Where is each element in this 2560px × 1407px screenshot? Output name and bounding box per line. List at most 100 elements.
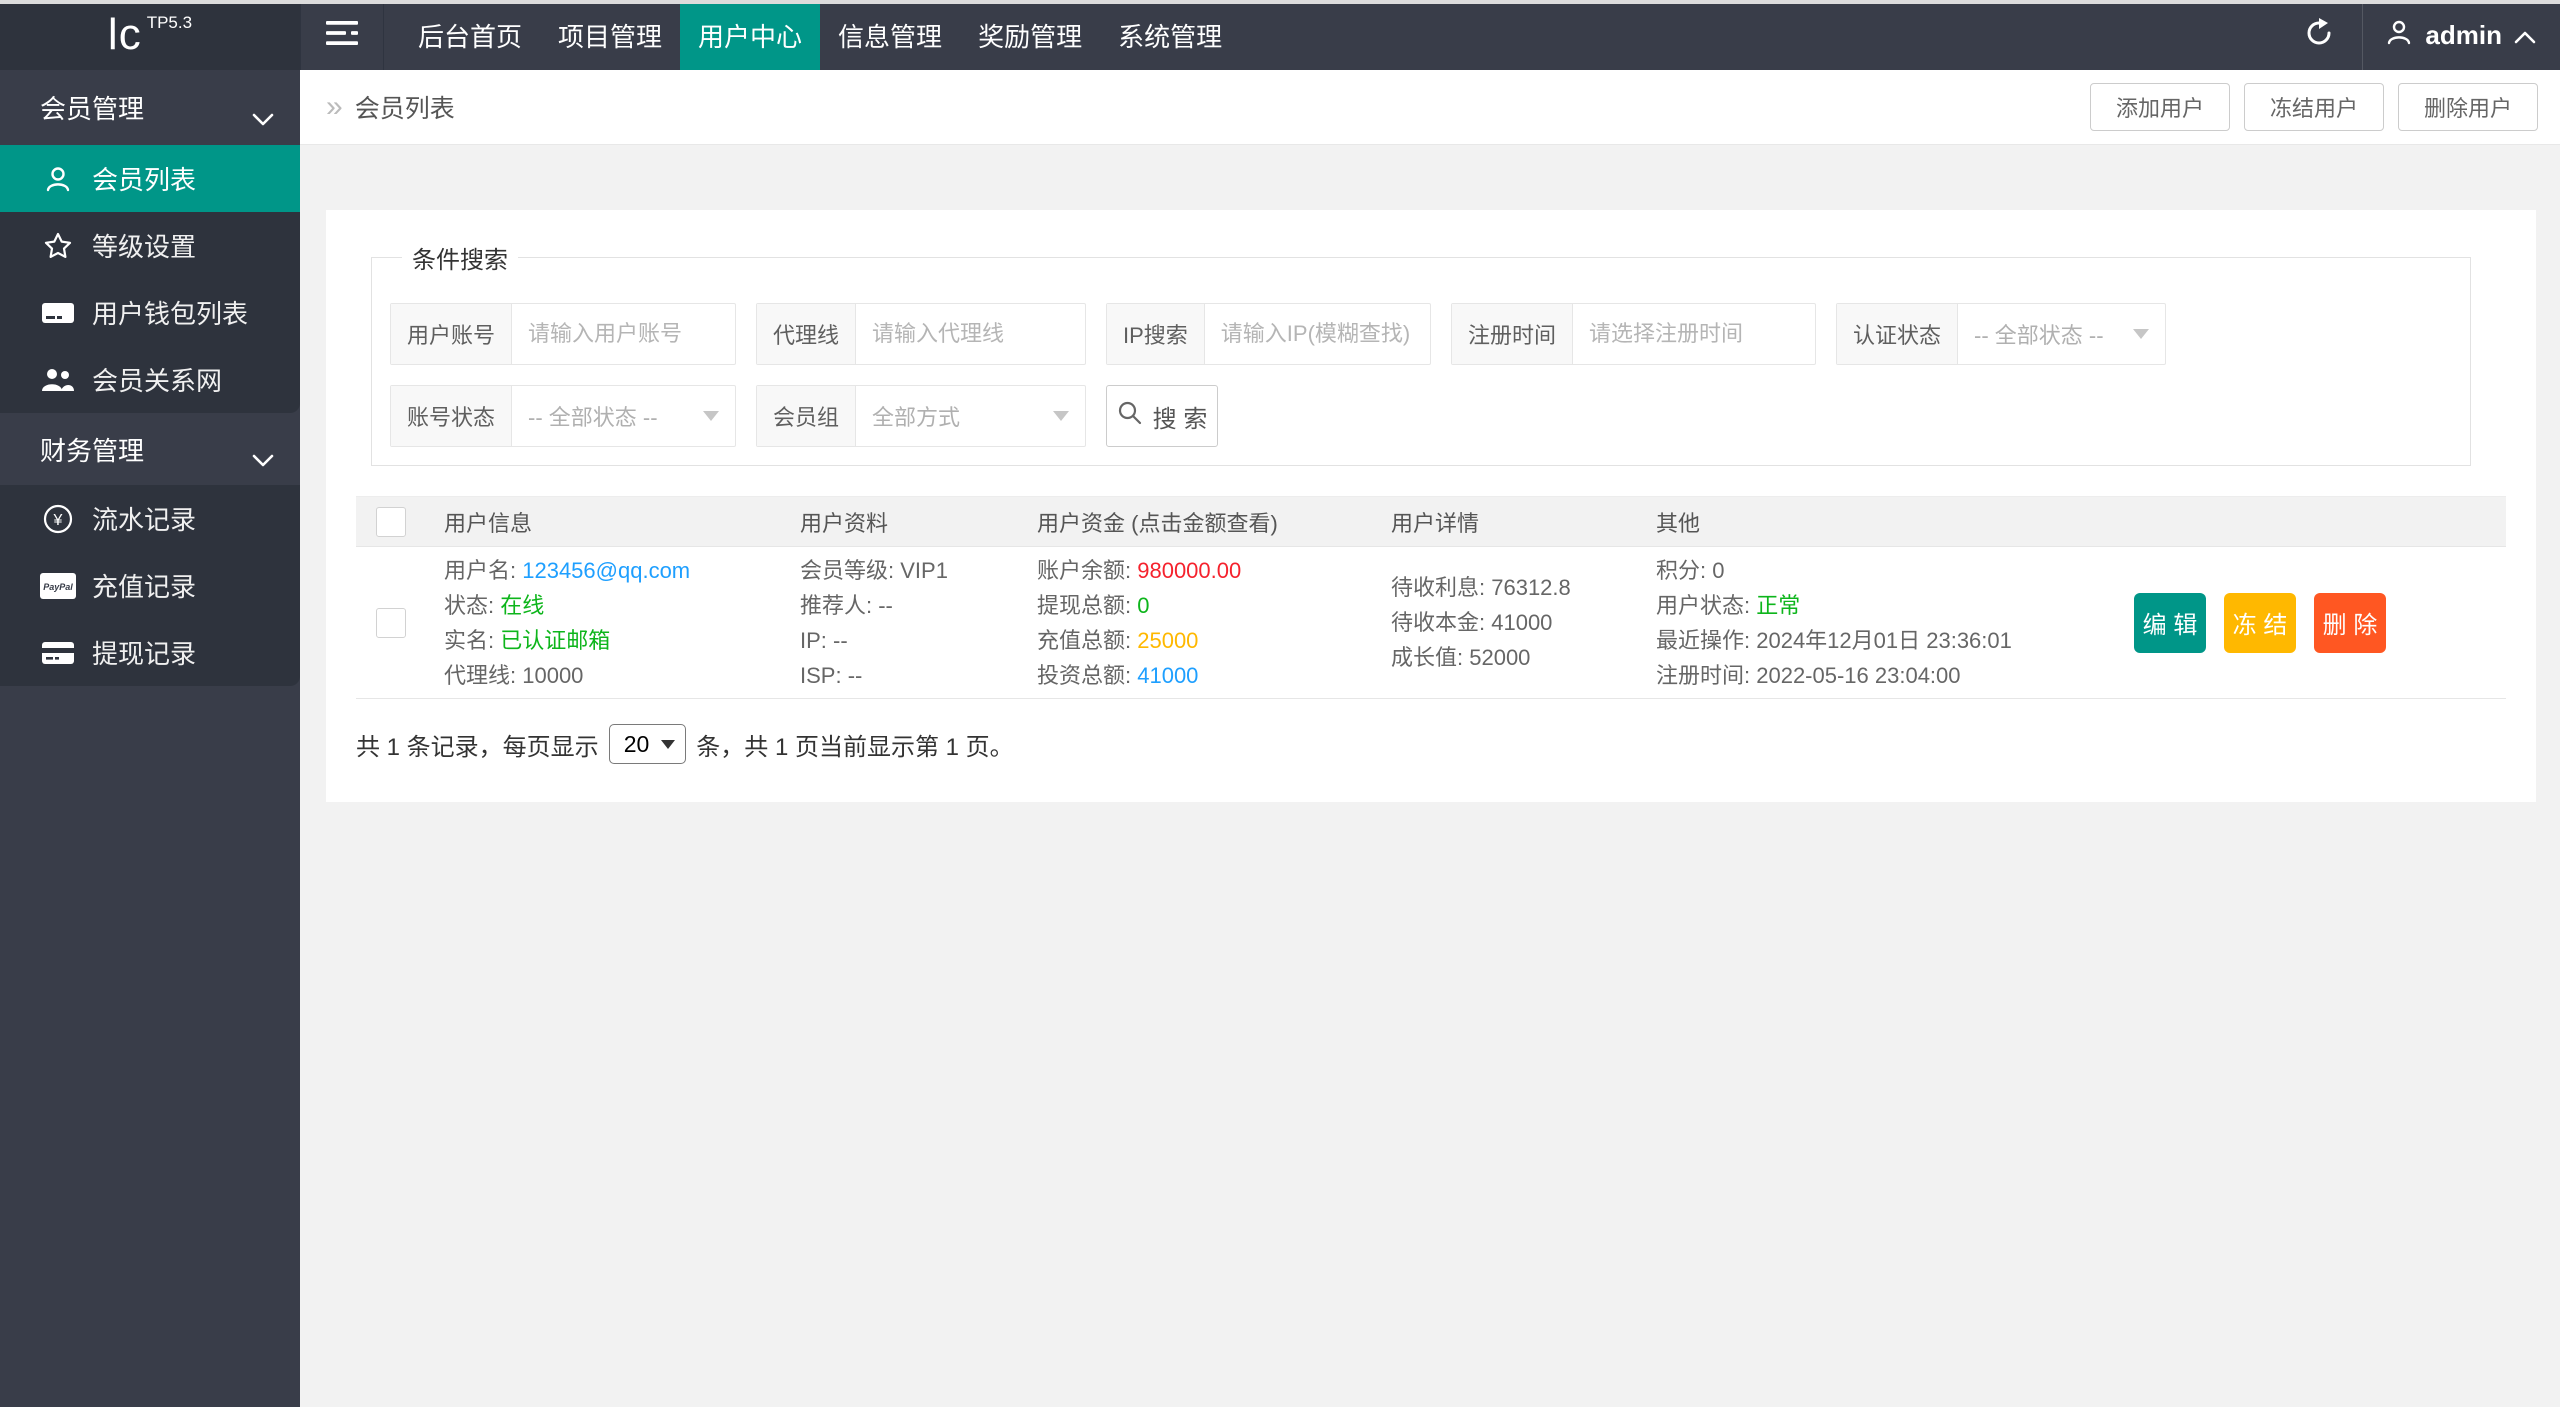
sidebar-item-member-list[interactable]: 会员列表 bbox=[0, 145, 300, 212]
sidebar-item-withdraw-log[interactable]: 提现记录 bbox=[0, 619, 300, 686]
sidebar-item-level-settings[interactable]: 等级设置 bbox=[0, 212, 300, 279]
users-icon bbox=[40, 367, 76, 393]
cell-actions: 编 辑 冻 结 删 除 bbox=[2134, 547, 2506, 698]
search-button[interactable]: 搜 索 bbox=[1106, 385, 1218, 447]
recharge-total[interactable]: 25000 bbox=[1137, 628, 1198, 653]
auth-status-select[interactable]: -- 全部状态 -- bbox=[1958, 304, 2165, 364]
auth-status-field-group: 认证状态 -- 全部状态 -- bbox=[1836, 303, 2166, 365]
invest-total[interactable]: 41000 bbox=[1137, 663, 1198, 688]
page-size-select[interactable]: 20 bbox=[608, 724, 687, 764]
group-title-label: 会员管理 bbox=[40, 94, 145, 124]
delete-user-button[interactable]: 删除用户 bbox=[2397, 83, 2538, 131]
topbar-right: admin bbox=[2276, 0, 2560, 70]
realname-status: 已认证邮箱 bbox=[500, 627, 611, 653]
sidebar-submenu-finance: ¥ 流水记录 PayPal 充值记录 提现记录 bbox=[0, 485, 300, 686]
withdraw-total[interactable]: 0 bbox=[1137, 593, 1149, 618]
account-input[interactable] bbox=[512, 304, 735, 364]
freeze-button[interactable]: 冻 结 bbox=[2224, 592, 2296, 653]
nav-item-user-center[interactable]: 用户中心 bbox=[680, 0, 821, 70]
header-checkbox-cell bbox=[356, 497, 430, 546]
bank-card-icon bbox=[40, 641, 76, 665]
register-time-value: 2022-05-16 23:04:00 bbox=[1756, 662, 1961, 688]
sidebar-item-label: 用户钱包列表 bbox=[92, 299, 249, 329]
user-status-value: 正常 bbox=[1756, 592, 1801, 618]
nav-item-rewards[interactable]: 奖励管理 bbox=[960, 0, 1100, 70]
edit-button[interactable]: 编 辑 bbox=[2134, 592, 2206, 653]
member-group-select[interactable]: 全部方式 bbox=[856, 386, 1085, 446]
agent-field-label: 代理线 bbox=[757, 304, 857, 364]
paypal-icon: PayPal bbox=[40, 572, 76, 599]
auth-status-value: -- 全部状态 -- bbox=[1974, 323, 2104, 348]
content-card: 条件搜索 用户账号 代理线 IP搜索 注册时间 bbox=[326, 210, 2536, 802]
username-link[interactable]: 123456@qq.com bbox=[522, 558, 690, 583]
sidebar-item-recharge-log[interactable]: PayPal 充值记录 bbox=[0, 552, 300, 619]
ip-search-input[interactable] bbox=[1204, 304, 1430, 364]
caret-down-icon bbox=[1053, 411, 1069, 421]
search-button-label: 搜 索 bbox=[1152, 405, 1208, 433]
header-other: 其他 bbox=[1656, 510, 1701, 536]
nav-item-dashboard[interactable]: 后台首页 bbox=[400, 0, 540, 70]
user-menu[interactable]: admin bbox=[2363, 0, 2560, 70]
main-content: » 会员列表 添加用户 冻结用户 删除用户 条件搜索 用户账号 代理线 IP搜索 bbox=[300, 70, 2560, 1407]
wallet-card-icon bbox=[40, 300, 76, 326]
account-status-value: -- 全部状态 -- bbox=[528, 405, 658, 430]
search-icon bbox=[1117, 400, 1143, 433]
sidebar-item-user-wallets[interactable]: 用户钱包列表 bbox=[0, 279, 300, 346]
filter-row-2: 账号状态 -- 全部状态 -- 会员组 全部方式 搜 索 bbox=[390, 385, 2452, 447]
sidebar: 会员管理 会员列表 等级设置 用户钱包列表 会员关系网 财务管理 ¥ 流水记录 … bbox=[0, 70, 300, 1407]
register-time-input[interactable] bbox=[1573, 304, 1815, 364]
cell-other: 积分: 0 用户状态: 正常 最近操作: 2024年12月01日 23:36:0… bbox=[1656, 557, 2012, 688]
refresh-button[interactable] bbox=[2276, 0, 2362, 70]
agent-field-group: 代理线 bbox=[756, 303, 1086, 365]
add-user-button[interactable]: 添加用户 bbox=[2089, 83, 2230, 131]
nav-item-projects[interactable]: 项目管理 bbox=[540, 0, 680, 70]
chevron-up-icon bbox=[2514, 20, 2536, 51]
page-title: 会员列表 bbox=[354, 95, 455, 123]
header-actions bbox=[2134, 497, 2506, 546]
freeze-user-button[interactable]: 冻结用户 bbox=[2243, 83, 2384, 131]
svg-text:¥: ¥ bbox=[53, 512, 63, 529]
nav-item-info[interactable]: 信息管理 bbox=[820, 0, 960, 70]
member-group-label: 会员组 bbox=[757, 386, 857, 446]
account-status-select[interactable]: -- 全部状态 -- bbox=[512, 386, 735, 446]
member-icon bbox=[40, 164, 76, 194]
refresh-icon bbox=[2304, 17, 2334, 53]
breadcrumb-bar: » 会员列表 添加用户 冻结用户 删除用户 bbox=[300, 70, 2560, 145]
agent-line-value: 10000 bbox=[522, 662, 584, 688]
pagination-prefix: 共 1 条记录，每页显示 bbox=[356, 733, 599, 761]
pagination-suffix: 条，共 1 页当前显示第 1 页。 bbox=[696, 733, 1014, 761]
points-value: 0 bbox=[1712, 557, 1725, 583]
select-all-checkbox[interactable] bbox=[376, 506, 406, 537]
page-action-buttons: 添加用户 冻结用户 删除用户 bbox=[2076, 83, 2538, 131]
row-checkbox[interactable] bbox=[376, 607, 406, 638]
sidebar-item-transaction-log[interactable]: ¥ 流水记录 bbox=[0, 485, 300, 552]
last-operation-time: 2024年12月01日 23:36:01 bbox=[1756, 627, 2012, 653]
cell-user-funds: 账户余额: 980000.00 提现总额: 0 充值总额: 25000 投资总额… bbox=[1037, 557, 1242, 688]
breadcrumb-arrow-icon: » bbox=[326, 90, 343, 123]
delete-button[interactable]: 删 除 bbox=[2314, 592, 2386, 653]
cell-user-detail: 待收利息: 76312.8 待收本金: 41000 成长值: 52000 bbox=[1391, 575, 1571, 670]
nav-item-system[interactable]: 系统管理 bbox=[1100, 0, 1240, 70]
sidebar-submenu-member: 会员列表 等级设置 用户钱包列表 会员关系网 bbox=[0, 145, 300, 413]
isp-value: -- bbox=[847, 662, 863, 688]
yen-circle-icon: ¥ bbox=[40, 504, 76, 534]
cell-user-info: 用户名: 123456@qq.com 状态: 在线 实名: 已认证邮箱 代理线:… bbox=[444, 557, 691, 688]
logo: lc TP5.3 bbox=[0, 0, 300, 70]
balance-amount[interactable]: 980000.00 bbox=[1137, 558, 1241, 583]
table-header-row: 用户信息 用户资料 用户资金 (点击金额查看) 用户详情 其他 bbox=[356, 497, 2506, 547]
member-table: 用户信息 用户资料 用户资金 (点击金额查看) 用户详情 其他 用户名: 123… bbox=[356, 496, 2506, 699]
collapse-menu-button[interactable] bbox=[300, 0, 384, 70]
account-status-label: 账号状态 bbox=[391, 386, 513, 446]
member-group-value: 全部方式 bbox=[872, 405, 961, 430]
pending-principal: 41000 bbox=[1491, 610, 1553, 635]
ip-field-group: IP搜索 bbox=[1106, 303, 1431, 365]
page-size-value: 20 bbox=[623, 730, 650, 757]
sidebar-group-finance-management[interactable]: 财务管理 bbox=[0, 413, 300, 485]
sidebar-item-label: 会员关系网 bbox=[92, 366, 223, 396]
sidebar-group-member-management[interactable]: 会员管理 bbox=[0, 70, 300, 145]
user-icon bbox=[2385, 18, 2413, 53]
filter-fieldset: 条件搜索 用户账号 代理线 IP搜索 注册时间 bbox=[371, 240, 2471, 466]
agent-input[interactable] bbox=[856, 304, 1085, 364]
filter-legend: 条件搜索 bbox=[412, 247, 508, 274]
sidebar-item-member-network[interactable]: 会员关系网 bbox=[0, 346, 300, 413]
